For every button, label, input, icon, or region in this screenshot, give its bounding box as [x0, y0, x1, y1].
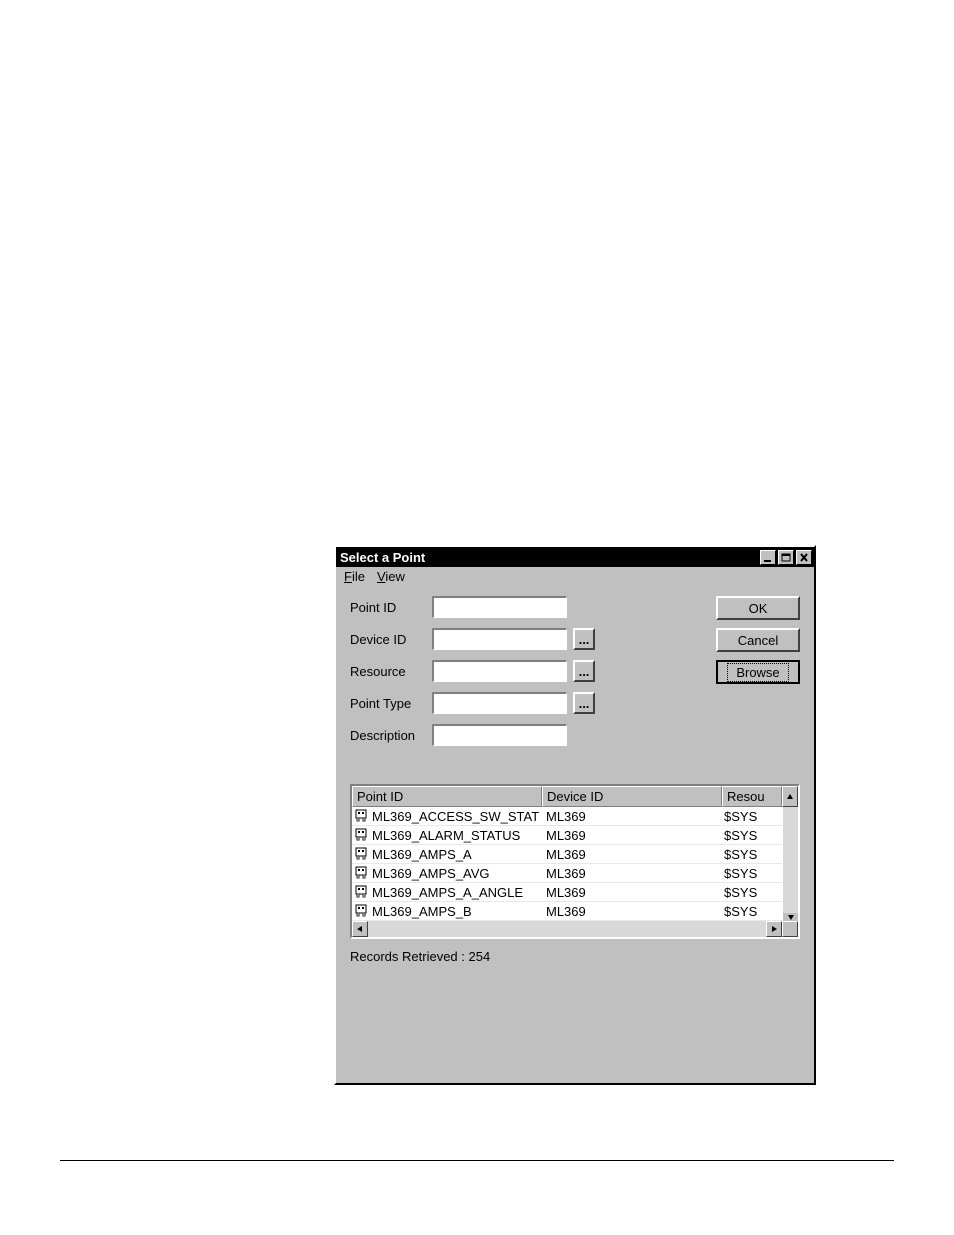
point-icon: [354, 866, 370, 880]
cell-device-id: ML369: [542, 885, 722, 900]
table-body: ML369_ACCESS_SW_STATML369$SYSML369_ALARM…: [352, 807, 782, 921]
table-row[interactable]: ML369_AMPS_AVGML369$SYS: [352, 864, 782, 883]
scroll-down-button[interactable]: [782, 913, 798, 921]
cell-resource: $SYS: [722, 809, 782, 824]
label-point-type: Point Type: [350, 696, 432, 711]
scroll-left-button[interactable]: [352, 921, 368, 937]
ok-button[interactable]: OK: [716, 596, 800, 620]
cell-resource: $SYS: [722, 904, 782, 919]
row-resource: Resource ...: [350, 660, 698, 682]
cell-resource: $SYS: [722, 828, 782, 843]
window-title: Select a Point: [340, 550, 758, 565]
cell-point-id: ML369_AMPS_AVG: [352, 866, 542, 881]
table-row[interactable]: ML369_AMPS_A_ANGLEML369$SYS: [352, 883, 782, 902]
header-resource[interactable]: Resou: [722, 786, 782, 807]
cell-resource: $SYS: [722, 847, 782, 862]
ok-button-label: OK: [749, 601, 768, 616]
label-device-id: Device ID: [350, 632, 432, 647]
scrollbar-track[interactable]: [782, 807, 798, 913]
browse-point-type-button[interactable]: ...: [573, 692, 595, 714]
table-row[interactable]: ML369_ACCESS_SW_STATML369$SYS: [352, 807, 782, 826]
menu-file[interactable]: File: [344, 569, 365, 584]
cell-resource: $SYS: [722, 885, 782, 900]
browse-device-id-button[interactable]: ...: [573, 628, 595, 650]
scroll-up-button[interactable]: [782, 786, 798, 807]
row-point-type: Point Type ...: [350, 692, 698, 714]
cell-point-id: ML369_AMPS_A: [352, 847, 542, 862]
table-row[interactable]: ML369_ALARM_STATUSML369$SYS: [352, 826, 782, 845]
horizontal-scroll-track[interactable]: [368, 921, 766, 937]
cell-device-id: ML369: [542, 828, 722, 843]
ellipsis-icon: ...: [579, 664, 590, 679]
label-point-id: Point ID: [350, 600, 432, 615]
horizontal-scrollbar: [352, 921, 798, 937]
menu-view[interactable]: View: [377, 569, 405, 584]
select-a-point-dialog: Select a Point File View Point ID Device: [334, 545, 816, 1085]
point-icon: [354, 885, 370, 899]
cell-device-id: ML369: [542, 904, 722, 919]
label-description: Description: [350, 728, 432, 743]
table-row[interactable]: ML369_AMPS_BML369$SYS: [352, 902, 782, 921]
row-device-id: Device ID ...: [350, 628, 698, 650]
cell-point-id: ML369_AMPS_B: [352, 904, 542, 919]
point-icon: [354, 904, 370, 918]
point-icon: [354, 828, 370, 842]
cell-point-id: ML369_AMPS_A_ANGLE: [352, 885, 542, 900]
table-header: Point ID Device ID Resou: [352, 786, 798, 807]
input-device-id[interactable]: [432, 628, 567, 650]
browse-button[interactable]: Browse: [716, 660, 800, 684]
form-area: Point ID Device ID ... Resource ... Poin…: [336, 586, 814, 756]
cell-device-id: ML369: [542, 866, 722, 881]
minimize-button[interactable]: [760, 550, 776, 565]
browse-resource-button[interactable]: ...: [573, 660, 595, 682]
cancel-button-label: Cancel: [738, 633, 778, 648]
row-description: Description: [350, 724, 698, 746]
status-text: Records Retrieved : 254: [336, 939, 814, 974]
ellipsis-icon: ...: [579, 696, 590, 711]
header-point-id[interactable]: Point ID: [352, 786, 542, 807]
cancel-button[interactable]: Cancel: [716, 628, 800, 652]
cell-resource: $SYS: [722, 866, 782, 881]
menubar: File View: [336, 567, 814, 586]
point-icon: [354, 809, 370, 823]
titlebar-buttons: [758, 550, 812, 565]
browse-button-label: Browse: [727, 663, 788, 682]
dialog-buttons: OK Cancel Browse: [716, 596, 800, 756]
cell-device-id: ML369: [542, 809, 722, 824]
cell-device-id: ML369: [542, 847, 722, 862]
ellipsis-icon: ...: [579, 632, 590, 647]
input-resource[interactable]: [432, 660, 567, 682]
scroll-right-button[interactable]: [766, 921, 782, 937]
label-resource: Resource: [350, 664, 432, 679]
point-icon: [354, 847, 370, 861]
header-device-id[interactable]: Device ID: [542, 786, 722, 807]
cell-point-id: ML369_ALARM_STATUS: [352, 828, 542, 843]
table-row[interactable]: ML369_AMPS_AML369$SYS: [352, 845, 782, 864]
titlebar: Select a Point: [336, 547, 814, 567]
form-fields: Point ID Device ID ... Resource ... Poin…: [350, 596, 698, 756]
row-point-id: Point ID: [350, 596, 698, 618]
close-button[interactable]: [796, 550, 812, 565]
points-table: Point ID Device ID Resou ML369_ACCESS_SW…: [350, 784, 800, 939]
input-point-id[interactable]: [432, 596, 567, 618]
cell-point-id: ML369_ACCESS_SW_STAT: [352, 809, 542, 824]
input-point-type[interactable]: [432, 692, 567, 714]
page-divider: [60, 1160, 894, 1161]
scroll-corner: [782, 921, 798, 937]
input-description[interactable]: [432, 724, 567, 746]
maximize-button[interactable]: [778, 550, 794, 565]
